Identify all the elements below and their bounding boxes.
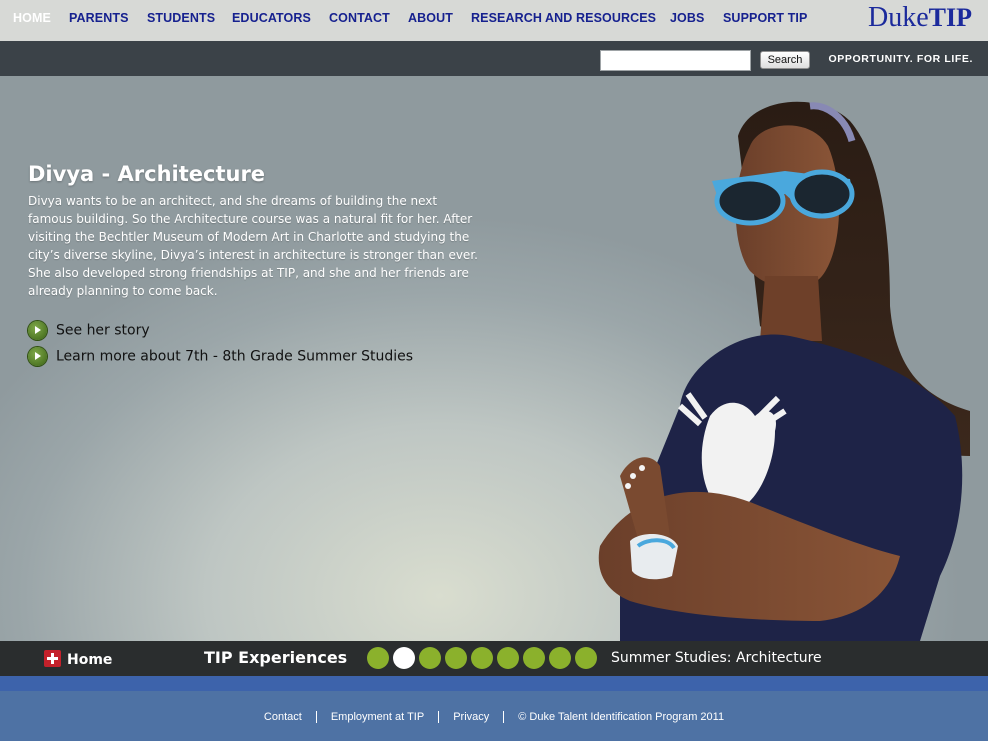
red-cross-icon <box>44 650 61 667</box>
nav-home[interactable]: HOME <box>13 11 51 25</box>
carousel-dot-6[interactable] <box>497 647 519 669</box>
footer-employment-link[interactable]: Employment at TIP <box>315 711 438 723</box>
carousel-dot-9[interactable] <box>575 647 597 669</box>
nav-contact[interactable]: CONTACT <box>329 11 390 25</box>
experience-caption: Summer Studies: Architecture <box>611 650 822 666</box>
footer-copyright: © Duke Talent Identification Program 201… <box>503 711 738 723</box>
search-button[interactable]: Search <box>760 51 810 69</box>
footer: Contact Employment at TIP Privacy © Duke Ta… <box>0 691 988 741</box>
search-input[interactable] <box>600 50 751 71</box>
nav-research-and-resources[interactable]: RESEARCH AND RESOURCES <box>471 11 656 25</box>
nav-support-tip[interactable]: SUPPORT TIP <box>723 11 807 25</box>
see-her-story-label: See her story <box>56 322 150 339</box>
tagline: OPPORTUNITY. FOR LIFE. <box>828 53 973 65</box>
nav-about[interactable]: ABOUT <box>408 11 453 25</box>
play-arrow-icon <box>28 321 47 340</box>
hero-description: Divya wants to be an architect, and she … <box>28 194 478 298</box>
see-her-story-link[interactable]: See her story <box>28 321 150 340</box>
student-photo <box>598 101 970 641</box>
nav-students[interactable]: STUDENTS <box>147 11 215 25</box>
nav-educators[interactable]: EDUCATORS <box>232 11 311 25</box>
play-arrow-icon <box>28 347 47 366</box>
carousel-dot-1[interactable] <box>367 647 389 669</box>
nav-jobs[interactable]: JOBS <box>670 11 704 25</box>
nav-parents[interactable]: PARENTS <box>69 11 129 25</box>
accent-strip <box>0 676 988 691</box>
home-link-label: Home <box>67 652 113 668</box>
search-bar: Search OPPORTUNITY. FOR LIFE. <box>0 41 988 76</box>
hero-banner: Divya - Architecture Divya wants to be a… <box>0 76 988 641</box>
logo-tip-text: TIP <box>928 3 972 32</box>
home-link[interactable]: Home <box>44 650 112 668</box>
carousel-dot-2[interactable] <box>393 647 415 669</box>
learn-more-summer-studies-link[interactable]: Learn more about 7th - 8th Grade Summer … <box>28 347 413 366</box>
footer-contact-link[interactable]: Contact <box>250 711 316 723</box>
top-navigation: HOME PARENTS STUDENTS EDUCATORS CONTACT … <box>0 0 988 41</box>
footer-privacy-link[interactable]: Privacy <box>438 711 503 723</box>
carousel-dot-8[interactable] <box>549 647 571 669</box>
carousel-dot-7[interactable] <box>523 647 545 669</box>
experience-carousel-dots <box>367 647 601 670</box>
learn-more-summer-studies-label: Learn more about 7th - 8th Grade Summer … <box>56 348 413 365</box>
duke-tip-logo[interactable]: DukeTIP <box>868 4 972 32</box>
carousel-dot-3[interactable] <box>419 647 441 669</box>
hero-title: Divya - Architecture <box>28 162 266 186</box>
carousel-dot-4[interactable] <box>445 647 467 669</box>
logo-duke-text: Duke <box>868 2 929 33</box>
experiences-title: TIP Experiences <box>204 648 348 667</box>
carousel-dot-5[interactable] <box>471 647 493 669</box>
experiences-bar: Home TIP Experiences Summer Studies: Arc… <box>0 641 988 676</box>
